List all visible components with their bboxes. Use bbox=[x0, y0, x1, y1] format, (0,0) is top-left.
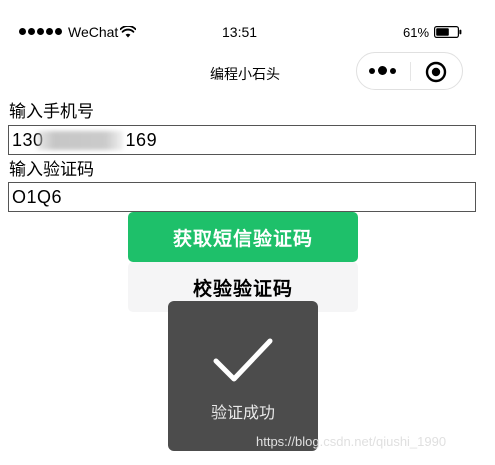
battery-percent: 61% bbox=[403, 25, 430, 40]
signal-dots-icon bbox=[19, 28, 62, 35]
capsule-divider bbox=[410, 62, 411, 81]
status-time: 13:51 bbox=[222, 24, 258, 40]
more-dots-icon[interactable] bbox=[369, 66, 396, 75]
get-sms-code-button[interactable]: 获取短信验证码 bbox=[128, 212, 358, 262]
app-frame: WeChat 13:51 61% 编程小石头 输入手机号 130 169 输入验… bbox=[0, 0, 495, 465]
privacy-blur bbox=[37, 131, 123, 150]
battery-icon bbox=[434, 26, 462, 38]
target-close-icon[interactable] bbox=[425, 61, 447, 83]
code-input[interactable]: O1Q6 bbox=[8, 182, 476, 212]
success-toast: 验证成功 bbox=[168, 301, 318, 451]
code-input-value: O1Q6 bbox=[12, 187, 63, 207]
mini-program-capsule bbox=[356, 52, 463, 90]
wifi-icon bbox=[120, 26, 136, 38]
code-label: 输入验证码 bbox=[9, 160, 94, 180]
toast-message: 验证成功 bbox=[210, 403, 275, 422]
page-title: 编程小石头 bbox=[210, 67, 280, 83]
checkmark-icon bbox=[213, 338, 273, 382]
watermark: https://blog.csdn.net/qiushi_1990 bbox=[256, 434, 447, 449]
phone-label: 输入手机号 bbox=[9, 102, 94, 122]
carrier-name: WeChat bbox=[68, 24, 119, 40]
phone-input[interactable]: 130 169 bbox=[8, 125, 476, 155]
